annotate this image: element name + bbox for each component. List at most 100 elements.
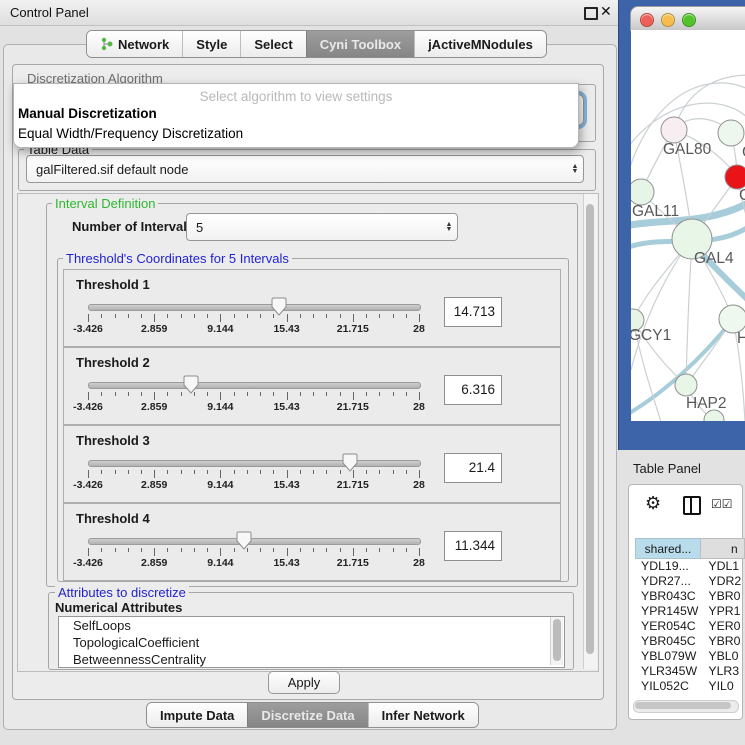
menu-item-equal-width-frequency[interactable]: Equal Width/Frequency Discretization xyxy=(18,126,243,141)
tab-style[interactable]: Style xyxy=(182,31,240,57)
slider-tick xyxy=(287,392,288,400)
slider-tick xyxy=(340,314,341,318)
column-header-name[interactable]: n xyxy=(700,538,745,559)
slider-tick-label: -3.426 xyxy=(63,323,113,335)
slider-tick xyxy=(88,392,89,400)
slider-tick-label: 15.43 xyxy=(262,323,312,335)
node-label: GAL4 xyxy=(694,250,734,267)
number-of-intervals-combobox[interactable]: 5 ▲▼ xyxy=(186,213,458,241)
slider-tick xyxy=(379,548,380,552)
menu-item-manual-discretization[interactable]: Manual Discretization xyxy=(18,106,157,121)
slider-track[interactable] xyxy=(88,382,421,389)
table-row[interactable]: YBR043CYBR0 xyxy=(635,589,745,604)
threshold-value-field[interactable]: 6.316 xyxy=(444,375,502,405)
vertical-scrollbar[interactable] xyxy=(583,194,597,669)
list-item[interactable]: TopologicalCoefficient xyxy=(59,634,564,651)
threshold-title: Threshold 4 xyxy=(76,511,150,526)
slider-thumb[interactable] xyxy=(183,375,199,394)
tab-select[interactable]: Select xyxy=(240,31,305,57)
numerical-attributes-list[interactable]: SelfLoopsTopologicalCoefficientBetweenne… xyxy=(58,616,565,668)
slider-tick-label: 21.715 xyxy=(328,323,378,335)
slider-thumb[interactable] xyxy=(236,531,252,550)
apply-button[interactable]: Apply xyxy=(268,671,340,694)
slider-tick-label: 15.43 xyxy=(262,401,312,413)
horizontal-scrollbar[interactable] xyxy=(633,700,739,713)
threshold-value-field[interactable]: 11.344 xyxy=(444,531,502,561)
table-row[interactable]: YLR345WYLR3 xyxy=(635,664,745,679)
network-node[interactable] xyxy=(675,374,697,396)
table-data-combobox-value: galFiltered.sif default node xyxy=(27,162,567,177)
table-panel: ⚙ ☑☑ shared... n YDL19...YDL1YDR27...YDR… xyxy=(628,484,743,720)
slider-tick-label: 2.859 xyxy=(129,557,179,569)
slider-track[interactable] xyxy=(88,304,421,311)
scrollbar-thumb[interactable] xyxy=(635,702,731,709)
slider-tick-label: 28 xyxy=(394,401,444,413)
zoom-traffic-light-icon[interactable] xyxy=(682,13,696,27)
tab-impute-data[interactable]: Impute Data xyxy=(147,703,247,727)
network-node[interactable] xyxy=(718,120,744,146)
table-row[interactable]: YDL19...YDL1 xyxy=(635,559,745,574)
threshold-title: Threshold 2 xyxy=(76,355,150,370)
network-window-titlebar[interactable] xyxy=(630,6,745,31)
slider-thumb[interactable] xyxy=(271,297,287,316)
network-node[interactable] xyxy=(719,305,745,333)
network-node[interactable] xyxy=(725,165,745,189)
slider-tick xyxy=(194,470,195,474)
slider-tick xyxy=(220,392,221,400)
close-traffic-light-icon[interactable] xyxy=(640,13,654,27)
table-row[interactable]: YIL052CYIL0 xyxy=(635,679,745,692)
network-icon xyxy=(100,37,113,51)
slider-tick xyxy=(88,548,89,556)
tab-network[interactable]: Network xyxy=(87,31,182,57)
slider-track[interactable] xyxy=(88,460,421,467)
tab-discretize-data[interactable]: Discretize Data xyxy=(247,703,367,727)
slider-tick xyxy=(115,314,116,318)
tab-jactivemnodules[interactable]: jActiveMNodules xyxy=(414,31,546,57)
top-tab-bar: NetworkStyleSelectCyni ToolboxjActiveMNo… xyxy=(86,30,547,58)
network-node[interactable] xyxy=(661,117,687,143)
slider-tick xyxy=(300,392,301,396)
threshold-value-field[interactable]: 14.713 xyxy=(444,297,502,327)
slider-tick xyxy=(220,470,221,478)
gear-icon[interactable]: ⚙ xyxy=(645,493,661,514)
slider-tick xyxy=(353,392,354,400)
table-row[interactable]: YBL079WYBL0 xyxy=(635,649,745,664)
network-canvas[interactable]: GAL80GCGAL11GAL4GCY1HHAP2 xyxy=(631,30,745,421)
scrollbar-thumb[interactable] xyxy=(553,619,561,661)
attributes-scrollbar[interactable] xyxy=(550,617,563,665)
cell-name: YIL0 xyxy=(700,679,745,692)
close-icon[interactable]: ✕ xyxy=(600,3,612,20)
threshold-panel-3: Threshold 3-3.4262.8599.14415.4321.71528… xyxy=(63,425,561,503)
slider-tick xyxy=(393,314,394,318)
threshold-value-field[interactable]: 21.4 xyxy=(444,453,502,483)
table-row[interactable]: YER054CYER0 xyxy=(635,619,745,634)
slider-track[interactable] xyxy=(88,538,421,545)
checkbox-icon[interactable]: ☑☑ xyxy=(711,497,733,511)
table-row[interactable]: YBR045CYBR0 xyxy=(635,634,745,649)
float-window-icon[interactable] xyxy=(584,7,598,20)
slider-tick xyxy=(366,392,367,396)
list-item[interactable]: SelfLoops xyxy=(59,617,564,634)
table-row[interactable]: YDR27...YDR2 xyxy=(635,574,745,589)
slider-thumb[interactable] xyxy=(342,453,358,472)
tab-infer-network[interactable]: Infer Network xyxy=(368,703,478,727)
slider-tick xyxy=(393,392,394,396)
table-data-combobox[interactable]: galFiltered.sif default node ▲▼ xyxy=(26,155,584,183)
slider-tick xyxy=(128,470,129,474)
list-item[interactable]: BetweennessCentrality xyxy=(59,651,564,668)
table-rows: YDL19...YDL1YDR27...YDR2YBR043CYBR0YPR14… xyxy=(635,559,745,692)
column-header-shared[interactable]: shared... xyxy=(635,538,701,559)
slider-tick xyxy=(273,470,274,474)
tab-label: Impute Data xyxy=(160,708,234,723)
slider-tick xyxy=(419,548,420,556)
minimize-traffic-light-icon[interactable] xyxy=(661,13,675,27)
cell-shared-name: YDL19... xyxy=(635,559,700,574)
slider-tick xyxy=(181,314,182,318)
cell-name: YLR3 xyxy=(700,664,745,679)
tab-cyni-toolbox[interactable]: Cyni Toolbox xyxy=(306,31,414,57)
network-node[interactable] xyxy=(631,179,654,205)
split-columns-icon[interactable] xyxy=(683,496,701,515)
group-title-interval-definition: Interval Definition xyxy=(52,196,158,211)
table-row[interactable]: YPR145WYPR1 xyxy=(635,604,745,619)
scrollbar-thumb[interactable] xyxy=(586,204,594,654)
